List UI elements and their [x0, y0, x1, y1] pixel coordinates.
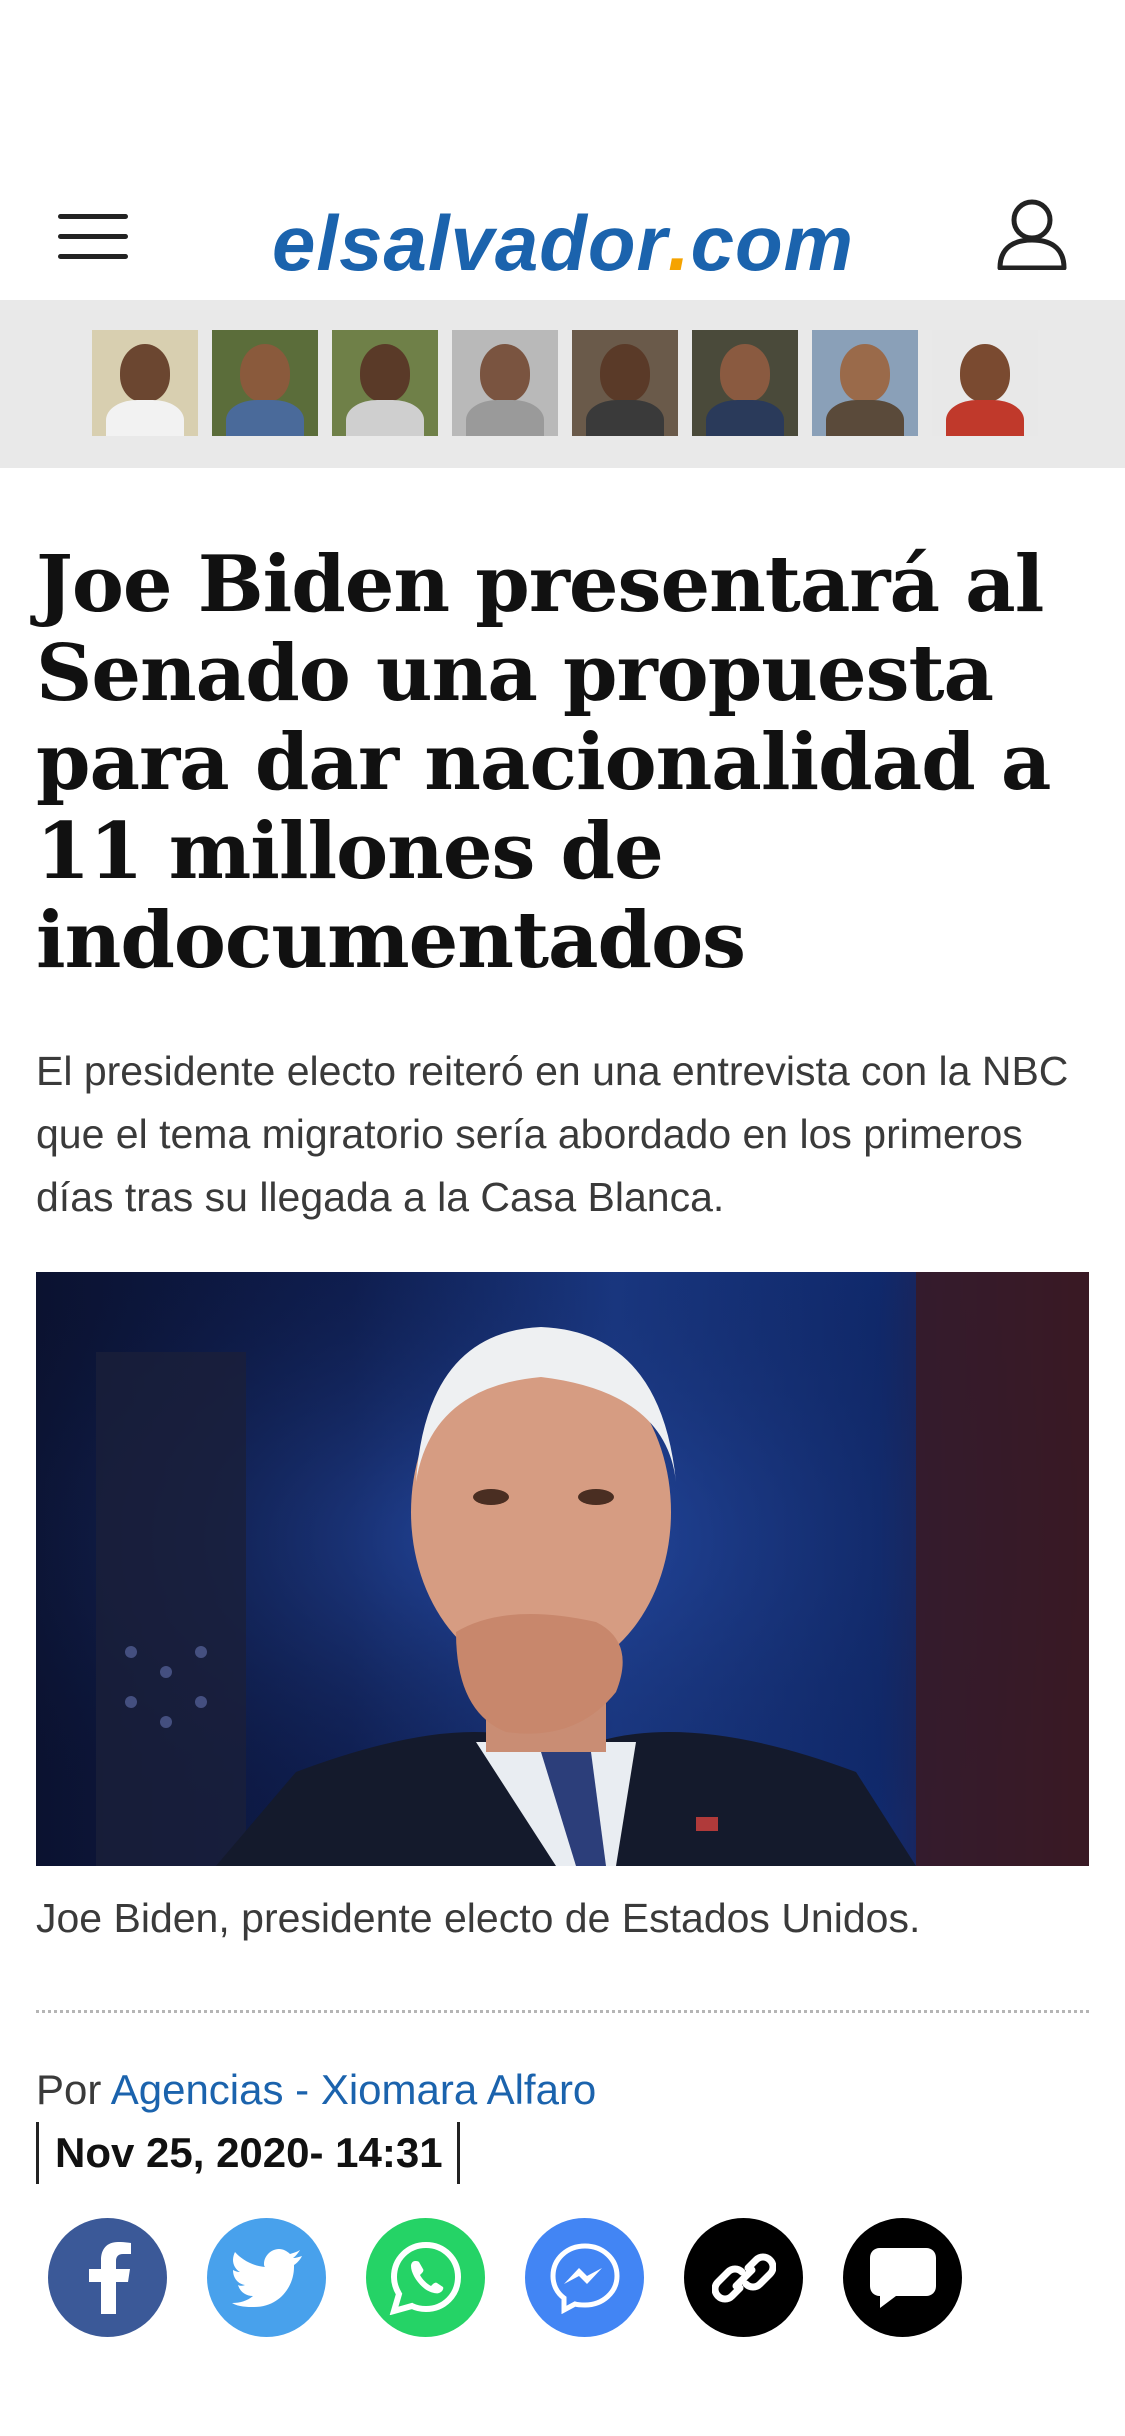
byline: Por Agencias - Xiomara Alfaro: [36, 2062, 596, 2118]
top-bar: elsalvador. com: [0, 188, 1125, 298]
logo-tld: com: [690, 198, 854, 287]
whatsapp-share-button[interactable]: [366, 2218, 485, 2337]
portrait-image: [572, 330, 678, 436]
divider: [36, 2010, 1089, 2013]
messenger-icon: [549, 2242, 620, 2314]
article-photo[interactable]: [36, 1272, 1089, 1866]
author-link[interactable]: Agencias - Xiomara Alfaro: [111, 2066, 597, 2113]
portrait-image: [452, 330, 558, 436]
portrait-image: [92, 330, 198, 436]
logo-dot: .: [667, 198, 691, 287]
portrait-image: [812, 330, 918, 436]
byline-prefix: Por: [36, 2066, 102, 2113]
copy-link-button[interactable]: [684, 2218, 803, 2337]
facebook-share-button[interactable]: [48, 2218, 167, 2337]
hamburger-menu-icon[interactable]: [58, 214, 128, 260]
article-summary: El presidente electo reiteró en una entr…: [36, 1048, 1069, 1220]
logo-main: elsalvador: [272, 198, 668, 287]
comments-button[interactable]: [843, 2218, 962, 2337]
user-account-icon[interactable]: [996, 198, 1068, 271]
article-headline: Joe Biden presentará al Senado una propu…: [36, 539, 1051, 986]
twitter-share-button[interactable]: [207, 2218, 326, 2337]
messenger-share-button[interactable]: [525, 2218, 644, 2337]
portrait-image: [932, 330, 1038, 436]
share-bar: [48, 2218, 962, 2337]
twitter-icon: [231, 2248, 302, 2307]
portrait-image: [692, 330, 798, 436]
facebook-icon: [88, 2241, 131, 2314]
site-logo[interactable]: elsalvador. com: [243, 198, 883, 288]
portrait-image: [212, 330, 318, 436]
portrait-image: [332, 330, 438, 436]
comment-icon: [869, 2247, 936, 2308]
featured-banner[interactable]: [0, 300, 1125, 468]
whatsapp-icon: [389, 2241, 461, 2315]
publish-date: Nov 25, 2020- 14:31: [36, 2122, 460, 2184]
link-icon: [711, 2253, 776, 2302]
photo-caption: Joe Biden, presidente electo de Estados …: [36, 1895, 921, 1941]
